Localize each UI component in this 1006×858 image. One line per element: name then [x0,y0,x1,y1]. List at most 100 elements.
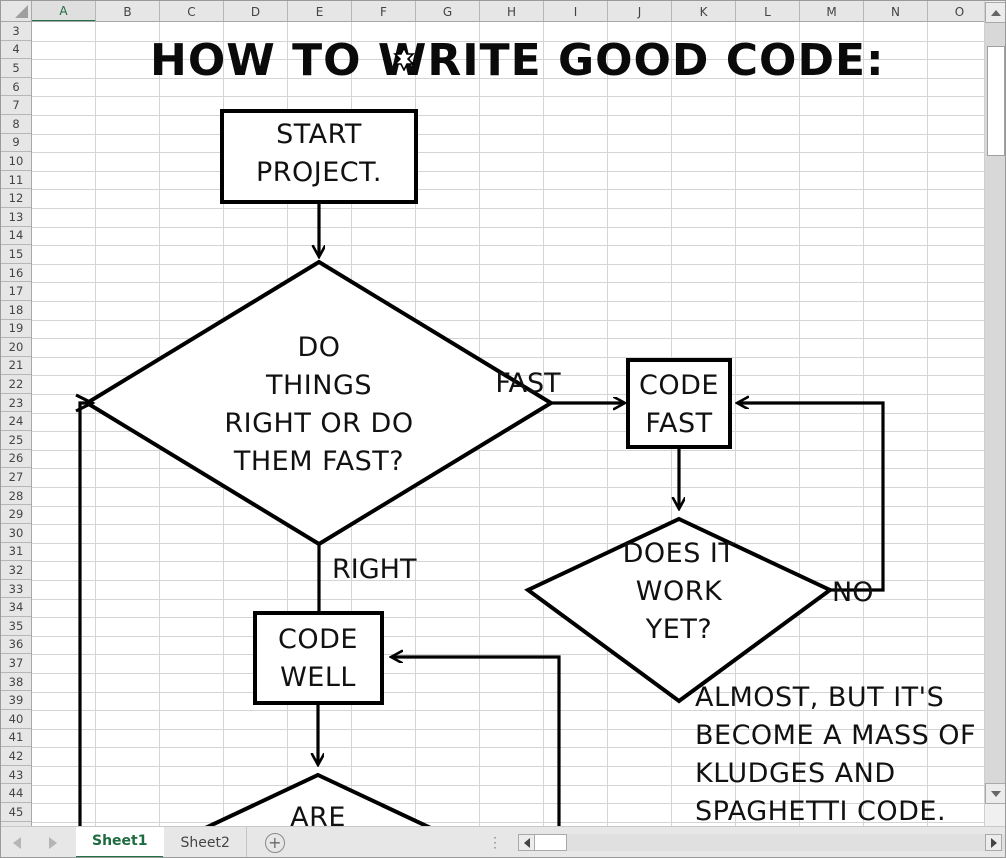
node-code-fast-line-2: FAST [645,408,712,439]
row-header-35[interactable]: 35 [1,617,31,636]
row-header-21[interactable]: 21 [1,356,31,376]
scroll-up-icon [990,9,1001,16]
edge-label-fast: FAST [495,368,561,399]
row-header-41[interactable]: 41 [1,728,31,748]
node-start-project-line-1: START [276,119,362,150]
row-header-4[interactable]: 4 [1,40,31,60]
vertical-scrollbar-track[interactable] [985,22,1006,804]
nav-next-icon [49,836,57,849]
row-header-32[interactable]: 32 [1,561,31,580]
sheet-tab-sheet2[interactable]: Sheet2 [164,826,247,858]
column-header-c[interactable]: C [160,1,224,21]
scroll-left-icon [523,837,530,848]
row-header-13[interactable]: 13 [1,207,31,227]
row-header-12[interactable]: 12 [1,189,31,208]
row-header-24[interactable]: 24 [1,412,31,432]
row-header-30[interactable]: 30 [1,524,31,543]
scroll-left-button[interactable] [518,834,535,851]
node-do-things-line-1: DO [297,332,340,363]
row-header-18[interactable]: 18 [1,300,31,320]
nav-next-button[interactable] [46,836,60,850]
column-header-f[interactable]: F [352,1,416,21]
row-header-37[interactable]: 37 [1,654,31,673]
row-header-36[interactable]: 36 [1,635,31,655]
scroll-down-button[interactable] [985,783,1006,804]
horizontal-scrollbar-thumb[interactable] [535,834,567,851]
row-header-8[interactable]: 8 [1,114,31,134]
row-header-6[interactable]: 6 [1,77,31,97]
scroll-down-icon [990,790,1001,797]
row-header-45[interactable]: 45 [1,802,31,822]
tab-split-handle[interactable]: ⋮ [488,834,502,851]
node-does-it-work-line-2: WORK [636,576,723,607]
vertical-scrollbar[interactable] [984,0,1006,826]
row-header-27[interactable]: 27 [1,468,31,487]
node-code-well-line-2: WELL [280,662,356,693]
vertical-scrollbar-thumb[interactable] [987,46,1005,156]
sheet-tab-sheet1[interactable]: Sheet1 [76,826,165,858]
row-header-40[interactable]: 40 [1,709,31,729]
node-does-it-work-line-3: YET? [645,614,712,645]
scroll-right-icon [990,837,997,848]
row-header-19[interactable]: 19 [1,319,31,339]
nav-previous-button[interactable] [10,836,24,850]
row-header-3[interactable]: 3 [1,22,31,41]
row-header-34[interactable]: 34 [1,598,31,617]
column-header-e[interactable]: E [288,1,352,21]
annotation-line-2: BECOME A MASS OF [695,720,976,751]
row-header-5[interactable]: 5 [1,59,31,78]
row-header-29[interactable]: 29 [1,505,31,525]
row-header-15[interactable]: 15 [1,245,31,264]
horizontal-scroll-area: ⋮ [460,827,1006,858]
row-header-38[interactable]: 38 [1,672,31,692]
row-header-9[interactable]: 9 [1,133,31,153]
node-start-project-line-2: PROJECT. [256,157,382,188]
row-header-28[interactable]: 28 [1,486,31,506]
node-does-it-work-line-1: DOES IT [623,538,736,569]
row-header-33[interactable]: 33 [1,579,31,599]
select-all-triangle-icon [15,5,28,18]
column-header-m[interactable]: M [800,1,864,21]
nav-previous-icon [13,836,21,849]
scroll-up-button[interactable] [985,2,1006,23]
spreadsheet-grid[interactable]: HOW TO WRITE GOOD CODE: START PROJECT. D… [32,22,984,826]
column-header-l[interactable]: L [736,1,800,21]
add-sheet-button[interactable]: + [264,832,285,853]
horizontal-scrollbar[interactable] [518,834,1006,851]
row-header-22[interactable]: 22 [1,375,31,394]
sheet-tabs: Sheet1 Sheet2 [76,826,247,858]
row-header-42[interactable]: 42 [1,747,31,766]
column-header-i[interactable]: I [544,1,608,21]
row-header-17[interactable]: 17 [1,282,31,301]
row-header-43[interactable]: 43 [1,765,31,785]
row-header-11[interactable]: 11 [1,170,31,190]
row-header-7[interactable]: 7 [1,96,31,115]
flowchart-drawing: HOW TO WRITE GOOD CODE: START PROJECT. D… [75,35,976,826]
select-all-corner[interactable] [0,0,32,22]
node-do-things-line-4: THEM FAST? [233,446,404,477]
column-header-d[interactable]: D [224,1,288,21]
row-header-39[interactable]: 39 [1,691,31,710]
row-header-10[interactable]: 10 [1,152,31,171]
row-header-23[interactable]: 23 [1,393,31,413]
column-header-k[interactable]: K [672,1,736,21]
row-header-14[interactable]: 14 [1,226,31,246]
row-header-31[interactable]: 31 [1,542,31,562]
column-header-h[interactable]: H [480,1,544,21]
column-header-o[interactable]: O [928,1,984,21]
row-header-25[interactable]: 25 [1,431,31,450]
annotation-line-1: ALMOST, BUT IT'S [695,682,944,713]
column-header-a[interactable]: A [32,1,96,21]
column-header-n[interactable]: N [864,1,928,21]
edge-label-right: RIGHT [332,554,417,585]
column-header-g[interactable]: G [416,1,480,21]
spreadsheet-window: ABCDEFGHIJKLMNO 3 4 5 6 7 8 9 10 11 12 13 14 15 16 17 1… [0,0,1006,858]
column-header-b[interactable]: B [96,1,160,21]
scroll-right-button[interactable] [985,834,1002,851]
node-do-things-diamond [83,259,555,547]
row-header-26[interactable]: 26 [1,449,31,469]
row-header-44[interactable]: 44 [1,784,31,803]
column-header-j[interactable]: J [608,1,672,21]
row-header-20[interactable]: 20 [1,338,31,357]
row-header-16[interactable]: 16 [1,263,31,283]
